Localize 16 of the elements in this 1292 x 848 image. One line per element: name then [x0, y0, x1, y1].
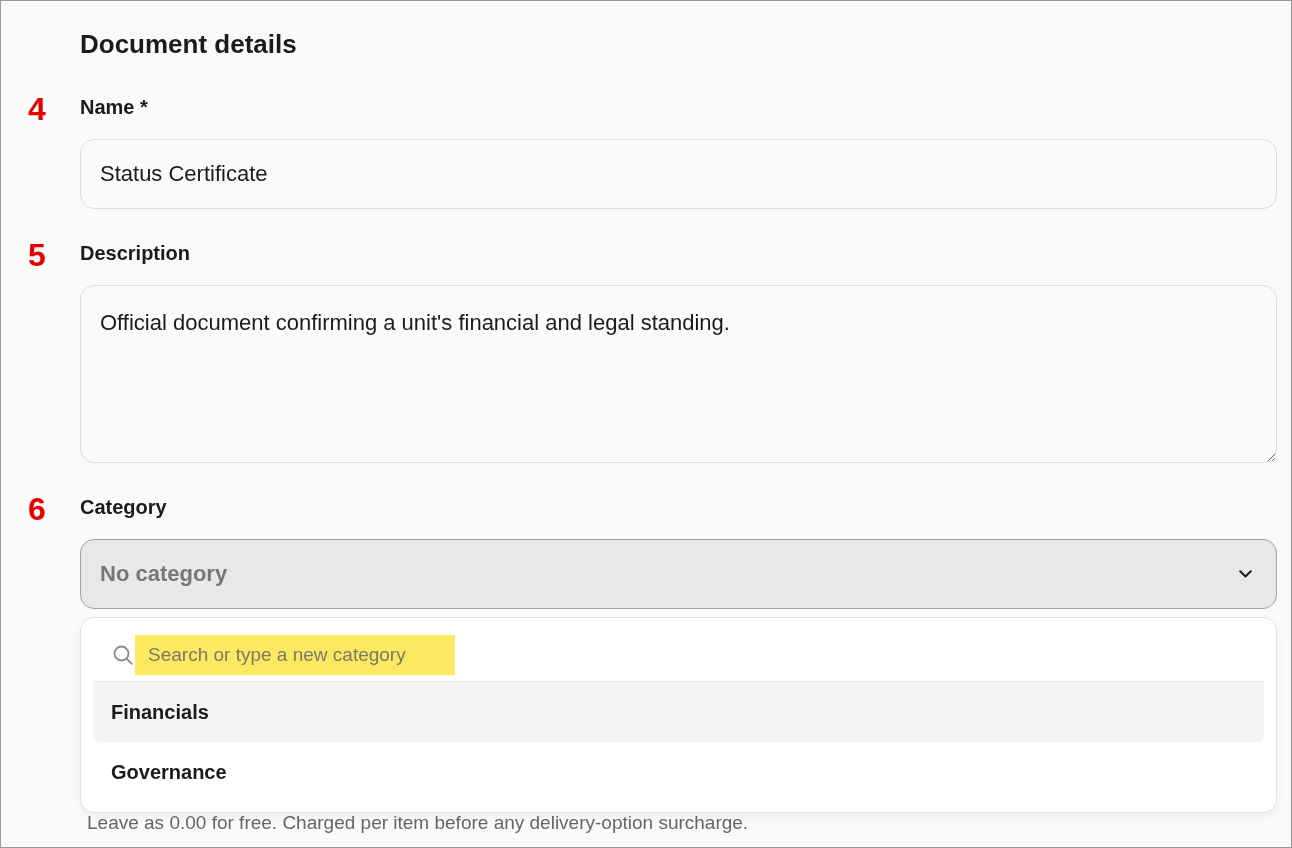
step-number: 5 [28, 239, 46, 269]
dropdown-option[interactable]: Governance [93, 742, 1264, 802]
name-input[interactable]: Status Certificate [80, 139, 1277, 209]
search-icon [113, 645, 133, 665]
step-number: 4 [28, 93, 46, 123]
description-textarea[interactable]: Official document confirming a unit's financial and legal standing. [80, 285, 1277, 463]
field-label: Category [80, 495, 167, 520]
field-label: Description [80, 241, 191, 266]
category-search-input[interactable]: Search or type a new category [135, 635, 455, 675]
step-number: 6 [28, 493, 46, 523]
chevron-down-icon [1239, 570, 1252, 578]
section-heading: Document details [80, 28, 297, 60]
category-select[interactable]: No category [80, 539, 1277, 609]
dropdown-option[interactable]: Financials [93, 682, 1264, 742]
helper-text: Leave as 0.00 for free. Charged per item before any delivery-option surcharge. [87, 812, 749, 833]
field-label: Name * [80, 95, 148, 120]
